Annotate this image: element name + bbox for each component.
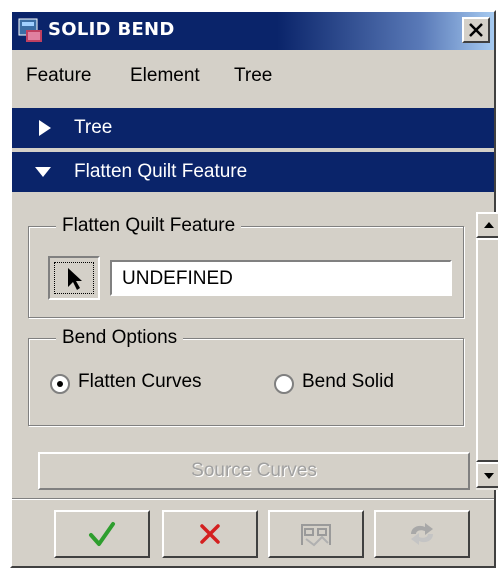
bend-options-group-title: Bend Options <box>56 327 184 349</box>
chevron-up-icon <box>484 222 494 228</box>
triangle-right-icon <box>39 120 51 136</box>
cancel-button[interactable] <box>162 510 258 558</box>
tree-section-label: Tree <box>74 117 113 138</box>
window-title: SOLID BEND <box>48 19 175 40</box>
flatten-section-label: Flatten Quilt Feature <box>74 161 248 182</box>
scroll-thumb[interactable] <box>476 238 498 462</box>
menu-bar: Feature Element Tree <box>12 54 494 96</box>
vertical-scrollbar[interactable] <box>476 212 498 490</box>
menu-element[interactable]: Element <box>130 65 200 87</box>
menu-feature[interactable]: Feature <box>26 65 91 87</box>
preview-button[interactable] <box>268 510 364 558</box>
scroll-down-button[interactable] <box>476 462 498 488</box>
repeat-button[interactable] <box>374 510 470 558</box>
flatten-curves-label: Flatten Curves <box>78 371 202 392</box>
flatten-quilt-group-title: Flatten Quilt Feature <box>56 215 242 237</box>
tree-section-header[interactable]: Tree <box>12 108 494 148</box>
solid-bend-dialog: SOLID BEND Feature Element Tree Tree Fla… <box>10 10 498 568</box>
select-feature-button[interactable] <box>48 256 100 300</box>
bend-solid-label: Bend Solid <box>302 371 394 392</box>
checkmark-icon <box>89 522 115 546</box>
arrow-cursor-icon <box>68 268 82 290</box>
triangle-down-icon <box>35 167 51 177</box>
chevron-down-icon <box>484 473 494 479</box>
scroll-up-button[interactable] <box>476 212 498 238</box>
repeat-arrows-icon <box>411 523 433 545</box>
flatten-section-header[interactable]: Flatten Quilt Feature <box>12 152 494 192</box>
close-icon <box>469 23 483 37</box>
bend-solid-radio[interactable] <box>274 374 294 394</box>
close-button[interactable] <box>462 17 490 43</box>
app-icon <box>18 18 42 42</box>
preview-glasses-icon <box>301 524 331 547</box>
feature-value-field[interactable]: UNDEFINED <box>110 260 452 296</box>
ok-button[interactable] <box>54 510 150 558</box>
source-curves-button[interactable]: Source Curves <box>38 452 470 490</box>
flatten-curves-radio[interactable] <box>50 374 70 394</box>
x-icon <box>200 524 220 544</box>
menu-tree[interactable]: Tree <box>234 65 272 87</box>
separator <box>12 498 494 500</box>
title-bar[interactable]: SOLID BEND <box>12 12 494 50</box>
